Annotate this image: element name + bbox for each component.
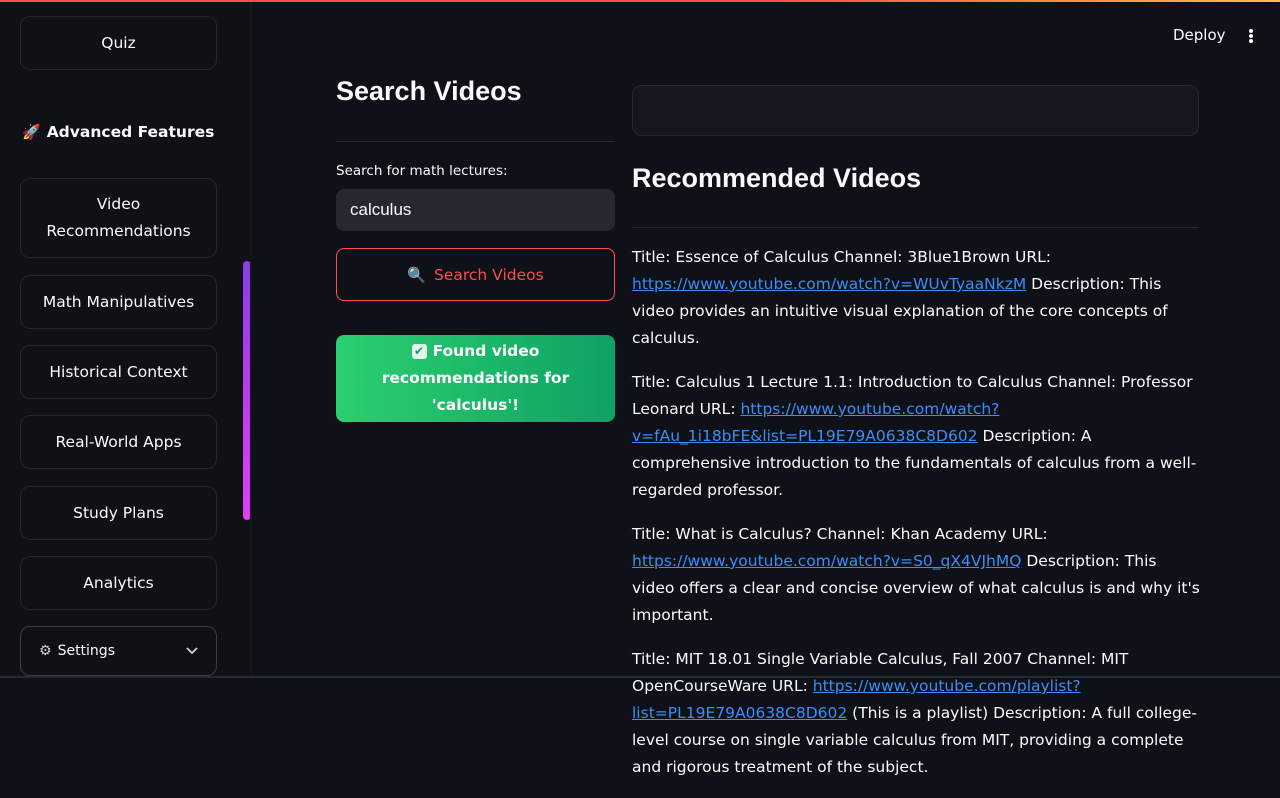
deploy-button[interactable]: Deploy (1173, 26, 1226, 44)
video-item: Title: What is Calculus? Channel: Khan A… (632, 521, 1202, 629)
video-link[interactable]: https://www.youtube.com/watch?v=WUvTyaaN… (632, 275, 1026, 293)
search-input[interactable] (336, 189, 615, 231)
sidebar: Quiz 🚀 Advanced Features Video Recommend… (0, 2, 250, 678)
video-item: Title: Calculus 1 Lecture 1.1: Introduct… (632, 369, 1202, 504)
top-accent-bar (0, 0, 1280, 2)
sidebar-item-real-world-apps[interactable]: Real-World Apps (20, 415, 217, 469)
video-list: Title: Essence of Calculus Channel: 3Blu… (632, 244, 1202, 798)
section-label: Advanced Features (46, 123, 215, 141)
sidebar-item-study-plans[interactable]: Study Plans (20, 486, 217, 540)
divider (336, 141, 615, 142)
video-link[interactable]: https://www.youtube.com/watch?v=S0_qX4VJ… (632, 552, 1021, 570)
video-info: Title: Essence of Calculus Channel: 3Blu… (632, 248, 1051, 266)
header (252, 2, 1280, 62)
sidebar-item-historical-context[interactable]: Historical Context (20, 345, 217, 399)
section-advanced-features: 🚀 Advanced Features (22, 123, 214, 141)
main-menu-icon[interactable] (1244, 26, 1258, 46)
success-message: Found video recommendations for 'calculu… (381, 342, 570, 414)
search-videos-button[interactable]: 🔍 Search Videos (336, 248, 615, 301)
gear-icon: ⚙ (39, 643, 52, 659)
sidebar-item-math-manipulatives[interactable]: Math Manipulatives (20, 275, 217, 329)
sidebar-item-quiz[interactable]: Quiz (20, 16, 217, 70)
sidebar-item-analytics[interactable]: Analytics (20, 556, 217, 610)
sidebar-divider (250, 0, 252, 678)
check-icon: ✔ (411, 344, 427, 359)
recommendations-heading: Recommended Videos (632, 163, 922, 193)
empty-container (632, 85, 1199, 136)
settings-label: Settings (57, 643, 115, 659)
chevron-down-icon (186, 644, 198, 659)
video-item: Title: MIT 18.01 Single Variable Calculu… (632, 646, 1202, 781)
video-info: Title: What is Calculus? Channel: Khan A… (632, 525, 1048, 543)
search-heading: Search Videos (336, 76, 522, 106)
rocket-icon: 🚀 (22, 123, 41, 141)
search-input-label: Search for math lectures: (336, 163, 508, 179)
success-alert: ✔ Found video recommendations for 'calcul… (336, 335, 615, 422)
search-icon: 🔍 (407, 265, 426, 284)
settings-expander[interactable]: ⚙ Settings (20, 626, 217, 676)
divider (632, 227, 1199, 228)
search-button-label: Search Videos (434, 265, 544, 284)
video-item: Title: Essence of Calculus Channel: 3Blu… (632, 244, 1202, 352)
sidebar-item-video-recommendations[interactable]: Video Recommendations (20, 178, 217, 258)
